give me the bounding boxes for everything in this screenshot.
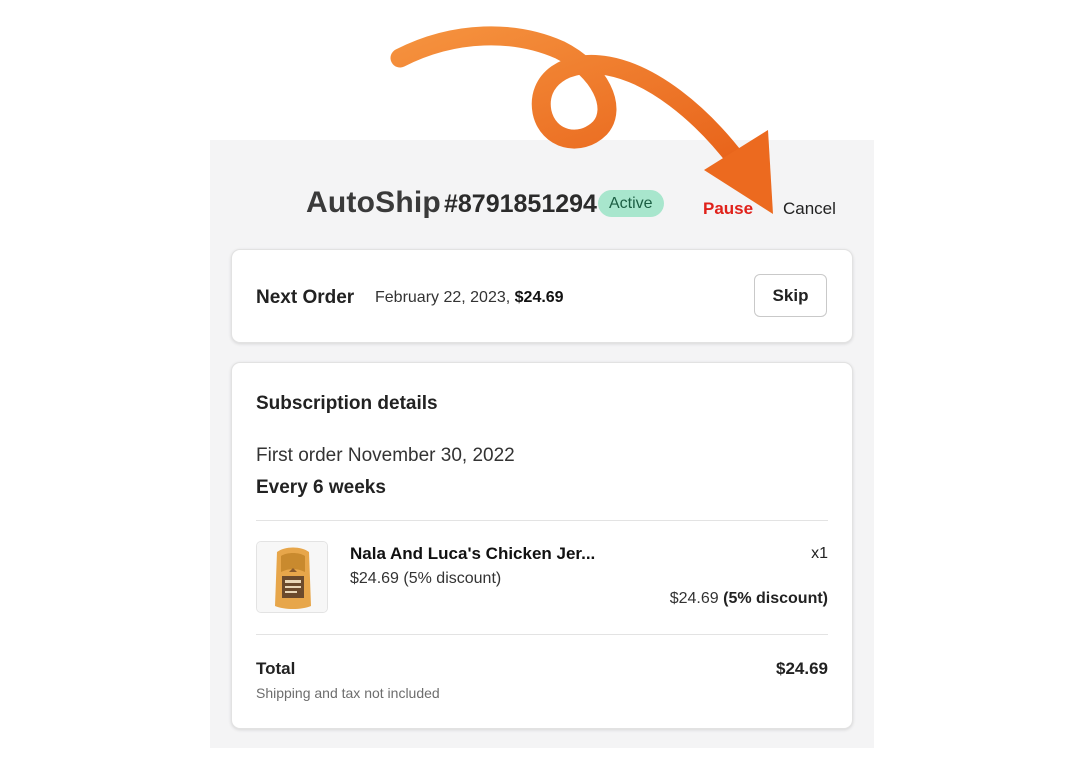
- skip-button[interactable]: Skip: [754, 274, 827, 317]
- product-line-total: $24.69 (5% discount): [670, 590, 828, 608]
- order-id: #8791851294: [444, 190, 597, 218]
- line-total-discount: (5% discount): [723, 590, 828, 607]
- product-name[interactable]: Nala And Luca's Chicken Jer...: [350, 544, 595, 564]
- total-label: Total: [256, 659, 296, 678]
- product-thumbnail[interactable]: [256, 541, 328, 613]
- subscription-details-title: Subscription details: [256, 393, 438, 414]
- next-order-card: Next Order February 22, 2023, $24.69 Ski…: [231, 249, 853, 343]
- line-total-amount: $24.69: [669, 590, 719, 607]
- next-order-date-text: February 22, 2023,: [375, 289, 515, 306]
- page-title: AutoShip: [306, 186, 441, 219]
- product-price: $24.69 (5% discount): [350, 570, 501, 588]
- next-order-date: February 22, 2023, $24.69: [375, 289, 564, 307]
- first-order-date: First order November 30, 2022: [256, 445, 515, 466]
- next-order-amount: $24.69: [514, 289, 564, 306]
- total-amount: $24.69: [776, 659, 828, 678]
- next-order-label: Next Order: [256, 287, 355, 308]
- divider: [256, 634, 828, 635]
- jerky-bag-icon: [257, 542, 327, 612]
- total-note: Shipping and tax not included: [256, 685, 440, 701]
- cancel-link[interactable]: Cancel: [783, 199, 836, 219]
- delivery-frequency: Every 6 weeks: [256, 477, 386, 498]
- autoship-header: AutoShip #8791851294 Active Pause Cancel: [210, 180, 874, 230]
- product-unit-price: $24.69: [350, 570, 399, 587]
- product-discount: (5% discount): [403, 570, 502, 587]
- status-badge: Active: [598, 190, 664, 217]
- subscription-details-card: Subscription details First order Novembe…: [231, 362, 853, 729]
- divider: [256, 520, 828, 521]
- pause-link[interactable]: Pause: [703, 199, 753, 219]
- product-quantity: x1: [811, 545, 828, 562]
